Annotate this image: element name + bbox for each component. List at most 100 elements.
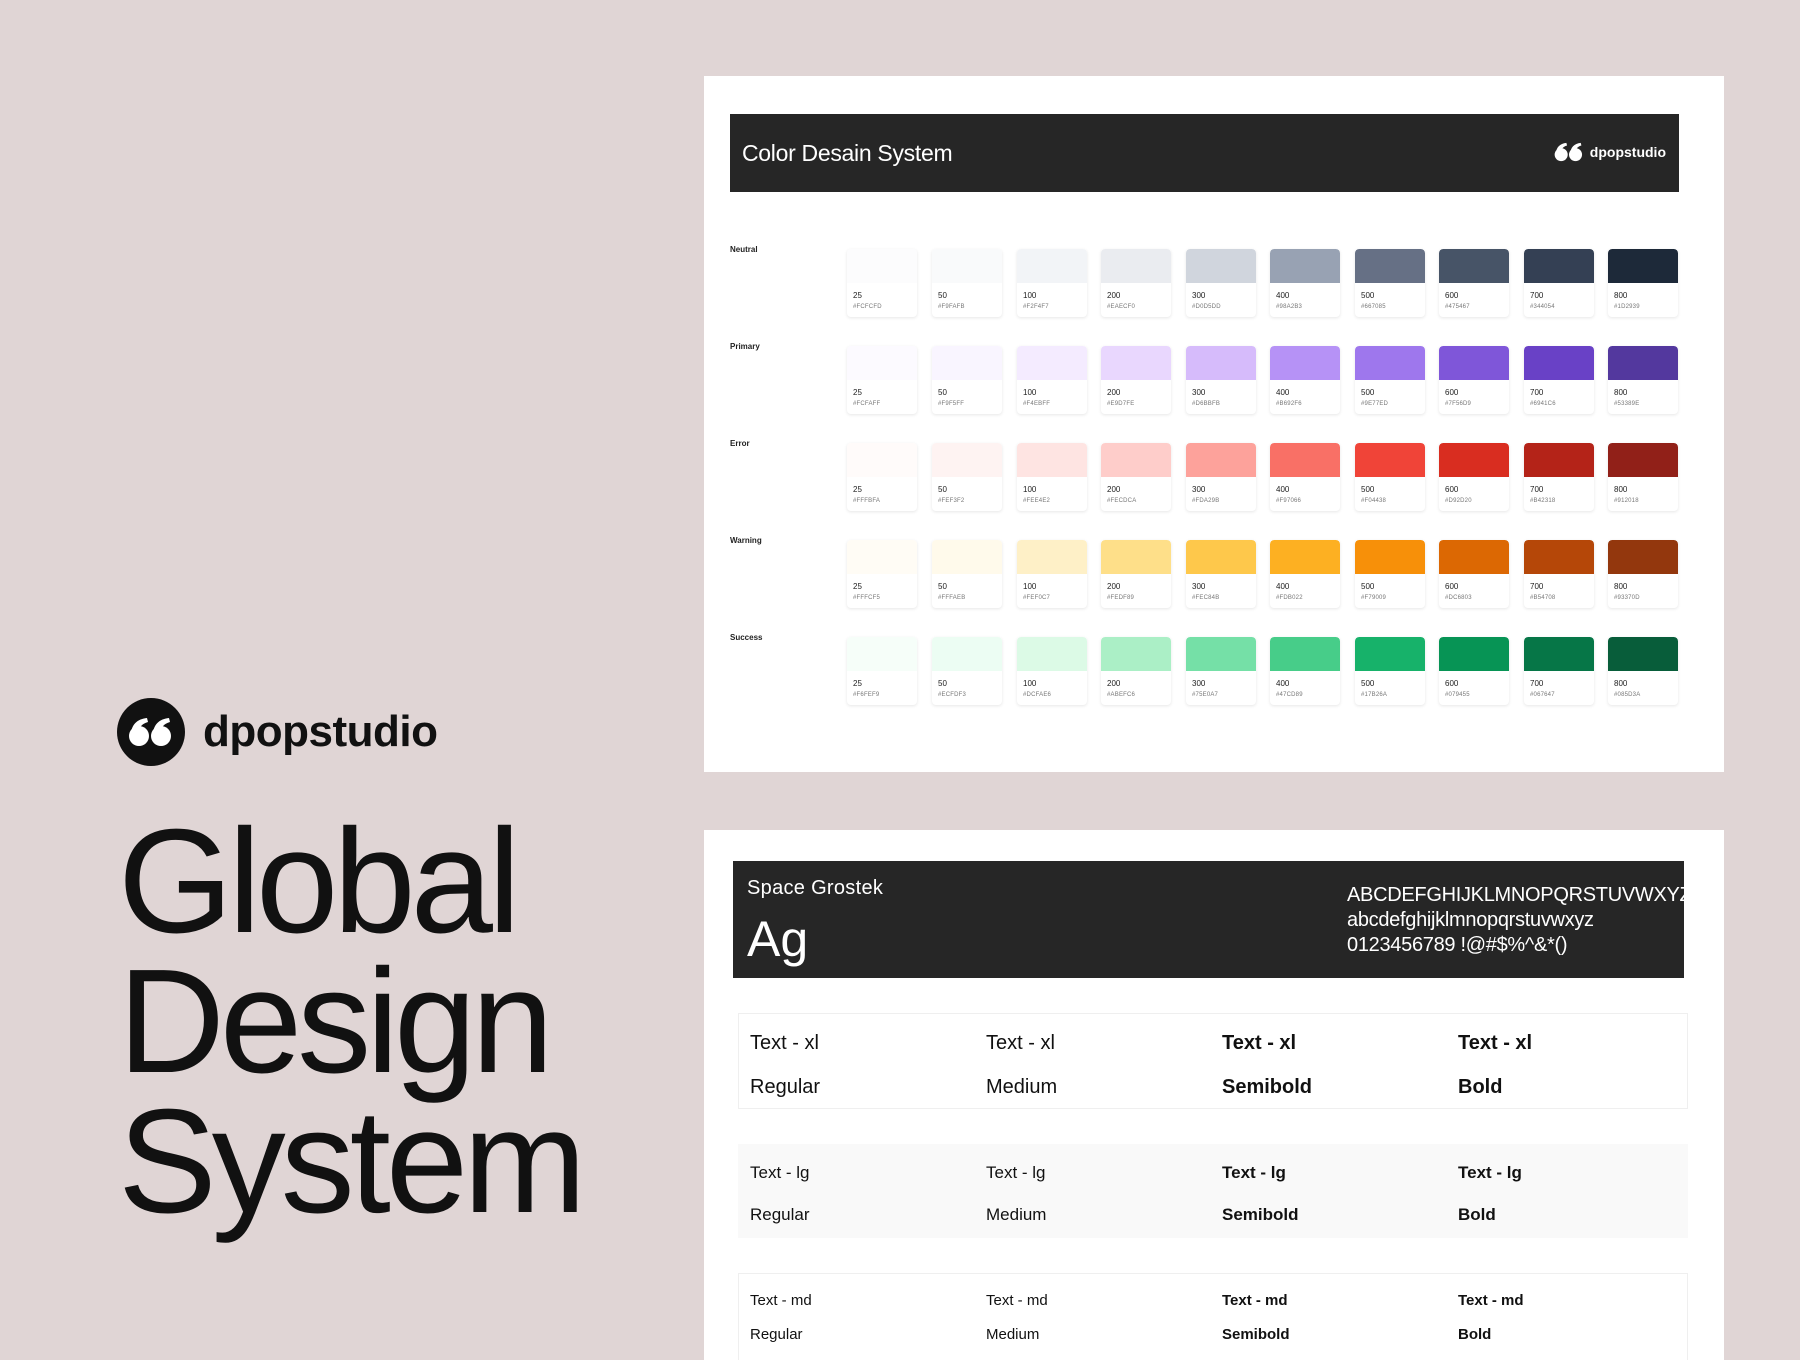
color-swatch-hex: #DCFAE6 bbox=[1023, 692, 1052, 698]
color-swatch-fill bbox=[1017, 540, 1087, 574]
color-swatch-step: 600 bbox=[1445, 679, 1459, 688]
color-swatch-fill bbox=[1186, 443, 1256, 477]
type-size-label: Text - md bbox=[1458, 1292, 1524, 1309]
color-swatch: 200 #FECDCA bbox=[1101, 443, 1171, 511]
color-swatch-fill bbox=[932, 443, 1002, 477]
color-swatch: 600 #475467 bbox=[1439, 249, 1509, 317]
type-size-label: Text - md bbox=[1222, 1292, 1288, 1309]
type-size-label: Text - lg bbox=[1458, 1163, 1522, 1182]
color-swatch-hex: #FCFCFD bbox=[853, 304, 882, 310]
color-swatch-hex: #FEDF89 bbox=[1107, 595, 1135, 601]
type-scale-row: Text - xl Regular Text - xl Medium Text - xl… bbox=[738, 1013, 1688, 1109]
color-swatch-hex: #75E0A7 bbox=[1192, 692, 1219, 698]
type-weight-label: Bold bbox=[1458, 1076, 1503, 1098]
color-swatch-hex: #F4EBFF bbox=[1023, 401, 1051, 407]
color-swatch: 25 #FCFCFD bbox=[847, 249, 917, 317]
color-swatch-fill bbox=[1186, 540, 1256, 574]
hero-title-line-3: System bbox=[118, 1079, 586, 1244]
color-swatch-step: 200 bbox=[1107, 582, 1121, 591]
color-swatch-hex: #F97066 bbox=[1276, 498, 1302, 504]
color-swatch-hex: #FFFCF5 bbox=[853, 595, 881, 601]
color-swatch: 800 #912018 bbox=[1608, 443, 1678, 511]
color-swatch-fill bbox=[1270, 443, 1340, 477]
color-system-title: Color Desain System bbox=[742, 140, 953, 166]
type-size-label: Text - md bbox=[750, 1292, 812, 1309]
color-swatch-hex: #93370D bbox=[1614, 595, 1640, 601]
type-weight-label: Semibold bbox=[1222, 1205, 1299, 1224]
color-swatch-step: 300 bbox=[1192, 291, 1206, 300]
color-swatch-fill bbox=[1101, 249, 1171, 283]
color-system-header: Color Desain System dpopstudio bbox=[730, 114, 1679, 192]
color-swatch-step: 400 bbox=[1276, 291, 1290, 300]
color-swatch-fill bbox=[1355, 540, 1425, 574]
color-swatch-fill bbox=[932, 249, 1002, 283]
color-swatch-hex: #B54708 bbox=[1530, 595, 1556, 601]
color-swatch: 50 #F9F5FF bbox=[932, 346, 1002, 414]
color-swatch-fill bbox=[1439, 249, 1509, 283]
type-size-label: Text - xl bbox=[1458, 1032, 1533, 1054]
color-swatch-hex: #F04438 bbox=[1361, 498, 1387, 504]
color-swatch: 100 #F2F4F7 bbox=[1017, 249, 1087, 317]
color-swatch-step: 600 bbox=[1445, 485, 1459, 494]
color-swatch-hex: #F9FAFB bbox=[938, 304, 965, 310]
color-swatch-step: 400 bbox=[1276, 582, 1290, 591]
color-swatch-step: 700 bbox=[1530, 679, 1544, 688]
color-swatch-hex: #067647 bbox=[1530, 692, 1555, 698]
type-weight-label: Semibold bbox=[1222, 1326, 1290, 1343]
type-weight-label: Regular bbox=[750, 1076, 821, 1098]
color-swatch-hex: #ABEFC6 bbox=[1107, 692, 1136, 698]
color-swatch-hex: #E9D7FE bbox=[1107, 401, 1135, 407]
type-size-label: Text - lg bbox=[986, 1163, 1046, 1182]
color-swatch-fill bbox=[1186, 637, 1256, 671]
color-swatch: 400 #B692F6 bbox=[1270, 346, 1340, 414]
quote-mark-icon bbox=[117, 698, 185, 766]
color-swatch-step: 800 bbox=[1614, 291, 1628, 300]
color-swatch-step: 25 bbox=[853, 291, 862, 300]
type-size-label: Text - lg bbox=[750, 1163, 810, 1182]
color-swatch-hex: #17B26A bbox=[1361, 692, 1388, 698]
color-swatch-fill bbox=[1355, 249, 1425, 283]
color-swatch-step: 25 bbox=[853, 388, 862, 397]
color-swatch-step: 500 bbox=[1361, 291, 1375, 300]
color-swatch: 600 #DC6803 bbox=[1439, 540, 1509, 608]
color-swatch-step: 300 bbox=[1192, 679, 1206, 688]
color-swatch: 50 #ECFDF3 bbox=[932, 637, 1002, 705]
color-swatch-hex: #6941C6 bbox=[1530, 401, 1556, 407]
brand-logo: dpopstudio bbox=[117, 698, 438, 766]
color-swatch-step: 300 bbox=[1192, 582, 1206, 591]
font-sample: Ag bbox=[747, 911, 809, 967]
type-weight-label: Regular bbox=[750, 1326, 803, 1343]
color-swatch-hex: #F6FEF9 bbox=[853, 692, 880, 698]
color-swatch: 300 #FDA29B bbox=[1186, 443, 1256, 511]
color-swatch-step: 800 bbox=[1614, 485, 1628, 494]
type-weight-label: Medium bbox=[986, 1205, 1047, 1224]
color-swatch: 50 #FEF3F2 bbox=[932, 443, 1002, 511]
color-swatch-step: 600 bbox=[1445, 388, 1459, 397]
color-swatch-hex: #EAECF0 bbox=[1107, 304, 1136, 310]
color-swatch-step: 800 bbox=[1614, 582, 1628, 591]
color-swatch-step: 100 bbox=[1023, 679, 1037, 688]
color-swatch-fill bbox=[1270, 346, 1340, 380]
color-swatch-fill bbox=[1608, 346, 1678, 380]
type-size-label: Text - md bbox=[986, 1292, 1048, 1309]
color-swatch-hex: #475467 bbox=[1445, 304, 1470, 310]
color-swatch-fill bbox=[1017, 249, 1087, 283]
color-swatch-step: 300 bbox=[1192, 388, 1206, 397]
color-swatch-fill bbox=[1270, 249, 1340, 283]
color-swatch: 700 #B54708 bbox=[1524, 540, 1594, 608]
color-swatch-step: 800 bbox=[1614, 388, 1628, 397]
color-swatch-hex: #F9F5FF bbox=[938, 401, 965, 407]
color-swatch-fill bbox=[932, 540, 1002, 574]
color-swatch-hex: #FFFAEB bbox=[938, 595, 966, 601]
color-swatch: 100 #FEF0C7 bbox=[1017, 540, 1087, 608]
color-swatch: 400 #47CD89 bbox=[1270, 637, 1340, 705]
color-swatch-step: 400 bbox=[1276, 388, 1290, 397]
color-swatch-fill bbox=[1439, 443, 1509, 477]
color-swatch: 800 #085D3A bbox=[1608, 637, 1678, 705]
hero-title-line-2: Design bbox=[118, 939, 554, 1104]
color-swatch-step: 700 bbox=[1530, 388, 1544, 397]
color-swatch: 300 #FEC84B bbox=[1186, 540, 1256, 608]
color-swatch-step: 25 bbox=[853, 679, 862, 688]
color-swatch-fill bbox=[1439, 540, 1509, 574]
color-swatch-hex: #7F56D9 bbox=[1445, 401, 1472, 407]
